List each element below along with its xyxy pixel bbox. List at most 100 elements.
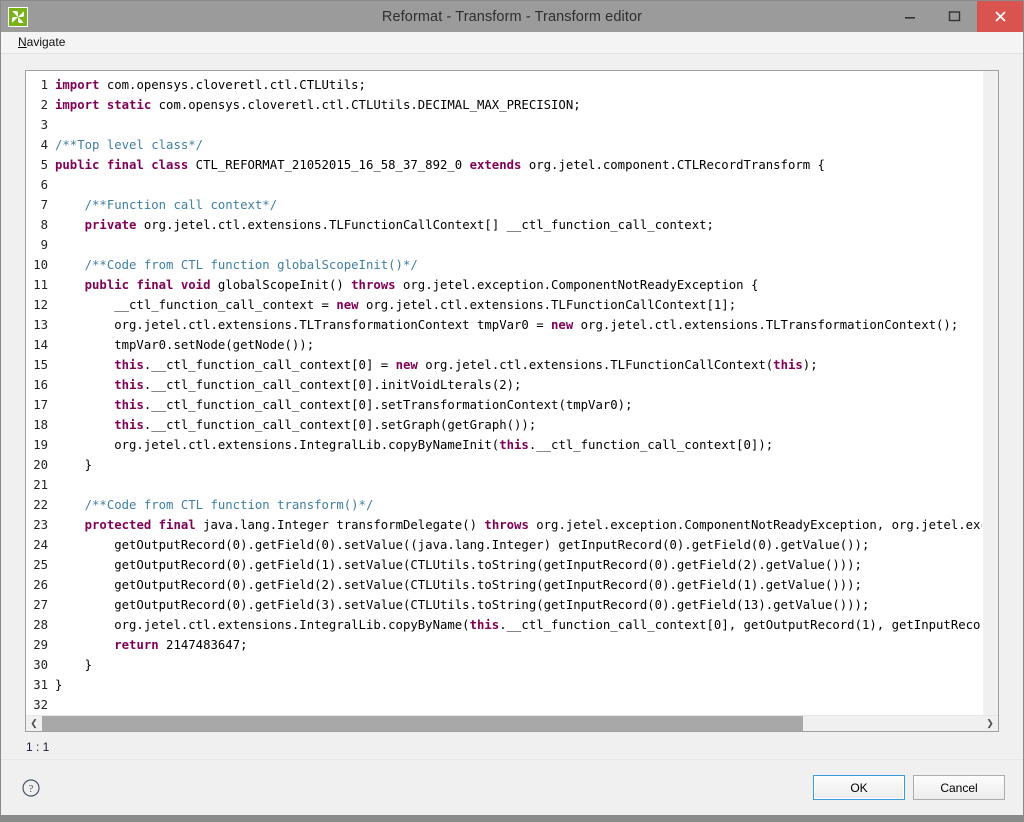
code-line-text: import com.opensys.cloveretl.ctl.CTLUtil… (55, 78, 366, 92)
code-editor-frame: 1 import com.opensys.cloveretl.ctl.CTLUti… (25, 70, 999, 732)
menu-bar: Navigate (1, 32, 1023, 53)
line-number: 9 (40, 238, 48, 252)
line-number: 27 (33, 598, 48, 612)
code-line-text: getOutputRecord(0).getField(3).setValue(… (55, 598, 870, 612)
title-bar: Reformat - Transform - Transform editor (1, 1, 1023, 32)
source-code[interactable]: 1 import com.opensys.cloveretl.ctl.CTLUti… (26, 75, 982, 715)
code-line-text: } (55, 658, 93, 672)
code-line[interactable]: 17 this.__ctl_function_call_context[0].s… (26, 395, 982, 415)
line-number: 10 (33, 258, 48, 272)
code-line-text: this.__ctl_function_call_context[0] = ne… (114, 358, 818, 372)
close-icon[interactable] (977, 1, 1023, 32)
code-line[interactable]: 28 org.jetel.ctl.extensions.IntegralLib.… (26, 615, 982, 635)
code-line[interactable]: 12 __ctl_function_call_context = new org… (26, 295, 982, 315)
code-line[interactable]: 6 (26, 175, 982, 195)
menu-item-navigate-mnemonic: N (18, 35, 27, 49)
code-line[interactable]: 25 getOutputRecord(0).getField(1).setVal… (26, 555, 982, 575)
code-line[interactable]: 5 public final class CTL_REFORMAT_2105201… (26, 155, 982, 175)
menu-item-navigate[interactable]: Navigate (15, 34, 68, 50)
line-number: 24 (33, 538, 48, 552)
scroll-right-arrow-icon[interactable]: ❯ (982, 716, 998, 731)
code-line-text: /**Function call context*/ (55, 198, 278, 212)
code-line-text: } (55, 678, 63, 692)
code-line-text: import static com.opensys.cloveretl.ctl.… (55, 98, 581, 112)
help-icon[interactable]: ? (19, 776, 43, 800)
code-line[interactable]: 13 org.jetel.ctl.extensions.TLTransforma… (26, 315, 982, 335)
code-line[interactable]: 18 this.__ctl_function_call_context[0].s… (26, 415, 982, 435)
minimize-icon[interactable] (887, 1, 932, 32)
window-controls (887, 1, 1023, 32)
line-number: 15 (33, 358, 48, 372)
line-number: 16 (33, 378, 48, 392)
code-editor-main: 1 import com.opensys.cloveretl.ctl.CTLUti… (26, 71, 998, 715)
menu-item-navigate-label: avigate (26, 35, 66, 49)
code-line[interactable]: 26 getOutputRecord(0).getField(2).setVal… (26, 575, 982, 595)
dialog-button-bar: ? OK Cancel (1, 759, 1023, 815)
line-number: 29 (33, 638, 48, 652)
line-number: 21 (33, 478, 48, 492)
line-number: 25 (33, 558, 48, 572)
line-number: 32 (33, 698, 48, 712)
svg-text:?: ? (29, 783, 34, 795)
code-line[interactable]: 1 import com.opensys.cloveretl.ctl.CTLUti… (26, 75, 982, 95)
line-number: 26 (33, 578, 48, 592)
maximize-icon[interactable] (932, 1, 977, 32)
code-line[interactable]: 23 protected final java.lang.Integer tra… (26, 515, 982, 535)
code-line-text: public final void globalScopeInit() thro… (84, 278, 759, 292)
code-line-text: getOutputRecord(0).getField(2).setValue(… (55, 578, 862, 592)
line-number: 12 (33, 298, 48, 312)
code-viewport[interactable]: 1 import com.opensys.cloveretl.ctl.CTLUti… (26, 71, 982, 715)
code-line[interactable]: 14 tmpVar0.setNode(getNode()); (26, 335, 982, 355)
line-number: 1 (40, 78, 48, 92)
cancel-button[interactable]: Cancel (913, 775, 1005, 800)
code-line[interactable]: 20 } (26, 455, 982, 475)
code-line[interactable]: 31} (26, 675, 982, 695)
code-line-text: } (55, 458, 93, 472)
horizontal-scroll-thumb[interactable] (42, 716, 804, 731)
code-line[interactable]: 22 /**Code from CTL function transform()… (26, 495, 982, 515)
line-number: 31 (33, 678, 48, 692)
code-line[interactable]: 19 org.jetel.ctl.extensions.IntegralLib.… (26, 435, 982, 455)
line-number: 19 (33, 438, 48, 452)
cursor-position-status: 1 : 1 (26, 740, 50, 754)
code-line[interactable]: 24 getOutputRecord(0).getField(0).setVal… (26, 535, 982, 555)
line-number: 17 (33, 398, 48, 412)
code-line[interactable]: 2 import static com.opensys.cloveretl.ctl… (26, 95, 982, 115)
line-number: 30 (33, 658, 48, 672)
transform-editor-window: Reformat - Transform - Transform editor … (0, 0, 1024, 822)
code-line[interactable]: 21 (26, 475, 982, 495)
line-number: 3 (40, 118, 48, 132)
line-number: 14 (33, 338, 48, 352)
line-number: 23 (33, 518, 48, 532)
horizontal-scroll-track[interactable] (42, 716, 982, 731)
code-line[interactable]: 10 /**Code from CTL function globalScope… (26, 255, 982, 275)
code-line[interactable]: 11 public final void globalScopeInit() t… (26, 275, 982, 295)
code-line-text: return 2147483647; (114, 638, 248, 652)
code-line[interactable]: 27 getOutputRecord(0).getField(3).setVal… (26, 595, 982, 615)
horizontal-scrollbar[interactable]: ❮ ❯ (26, 715, 998, 731)
code-line[interactable]: 9 (26, 235, 982, 255)
code-line-text: public final class CTL_REFORMAT_21052015… (55, 158, 825, 172)
ok-button[interactable]: OK (813, 775, 905, 800)
code-line-text: this.__ctl_function_call_context[0].setG… (114, 418, 537, 432)
line-number: 6 (40, 178, 48, 192)
scroll-left-arrow-icon[interactable]: ❮ (26, 716, 42, 731)
code-line-text: getOutputRecord(0).getField(1).setValue(… (55, 558, 862, 572)
code-line[interactable]: 7 /**Function call context*/ (26, 195, 982, 215)
code-line[interactable]: 16 this.__ctl_function_call_context[0].i… (26, 375, 982, 395)
line-number: 2 (40, 98, 48, 112)
window-title: Reformat - Transform - Transform editor (381, 8, 643, 25)
code-line-text: getOutputRecord(0).getField(0).setValue(… (55, 538, 870, 552)
code-line[interactable]: 29 return 2147483647; (26, 635, 982, 655)
code-line[interactable]: 3 (26, 115, 982, 135)
code-line[interactable]: 4 /**Top level class*/ (26, 135, 982, 155)
code-line[interactable]: 8 private org.jetel.ctl.extensions.TLFun… (26, 215, 982, 235)
code-line[interactable]: 30 } (26, 655, 982, 675)
vertical-scrollbar[interactable] (982, 71, 998, 715)
dialog-body: 1 import com.opensys.cloveretl.ctl.CTLUti… (1, 53, 1023, 822)
code-line[interactable]: 32 (26, 695, 982, 715)
code-line-text: tmpVar0.setNode(getNode()); (55, 338, 315, 352)
code-line-text: org.jetel.ctl.extensions.IntegralLib.cop… (55, 438, 774, 452)
line-number: 18 (33, 418, 48, 432)
code-line[interactable]: 15 this.__ctl_function_call_context[0] =… (26, 355, 982, 375)
